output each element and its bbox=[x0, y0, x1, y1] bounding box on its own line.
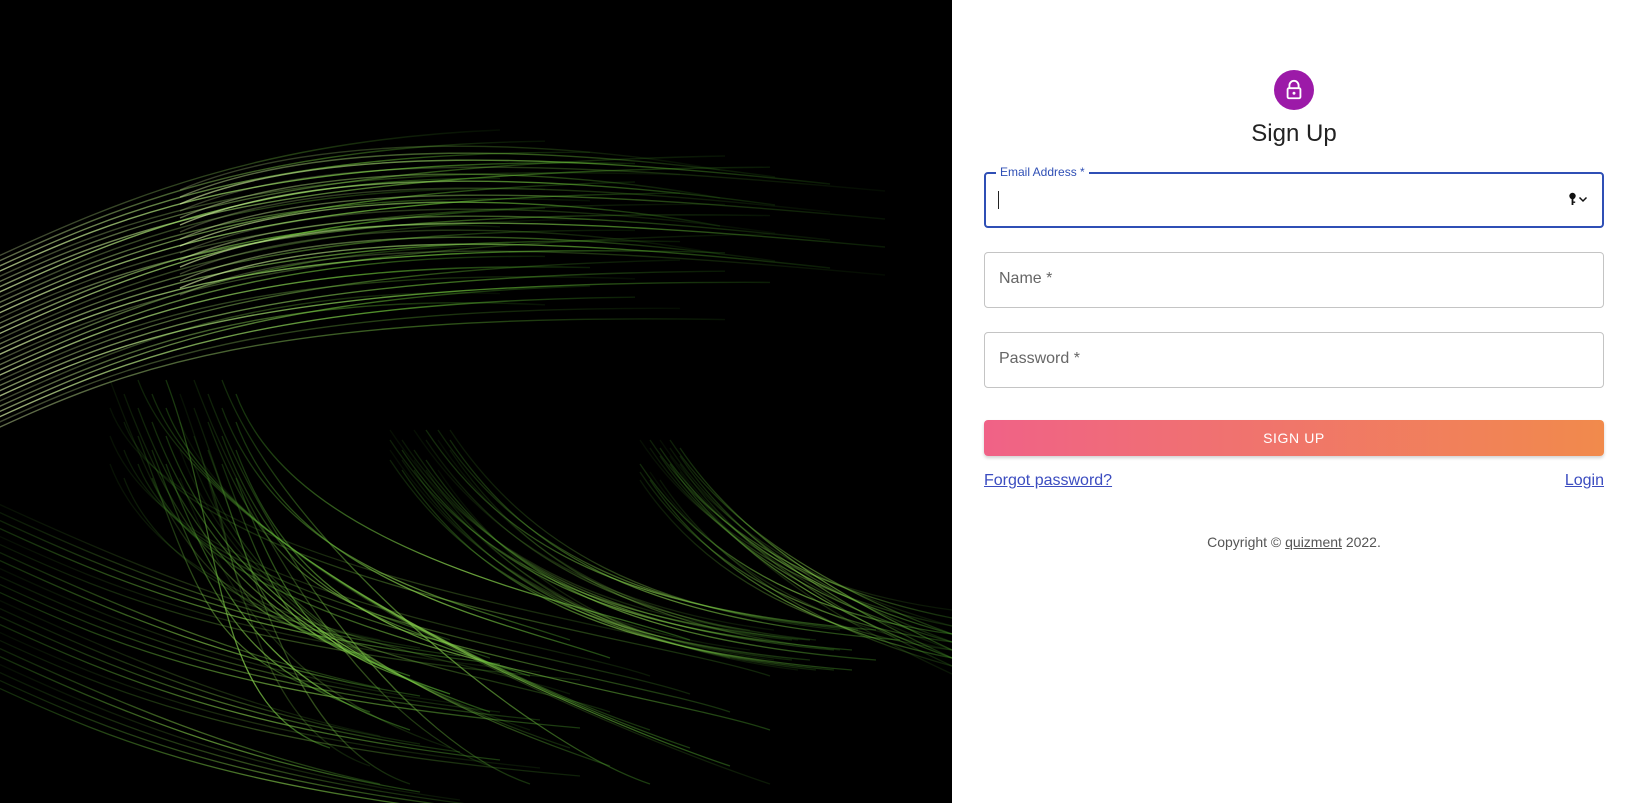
signup-panel: Sign Up Email Address * Name * Password … bbox=[952, 0, 1632, 803]
brand-link[interactable]: quizment bbox=[1285, 534, 1342, 550]
chevron-down-icon bbox=[1578, 196, 1588, 203]
text-caret bbox=[998, 191, 999, 209]
name-input[interactable] bbox=[997, 267, 1555, 293]
page-title: Sign Up bbox=[1251, 120, 1337, 147]
autofill-key-button[interactable] bbox=[1568, 192, 1588, 206]
avatar bbox=[1274, 70, 1314, 110]
signup-form: Sign Up Email Address * Name * Password … bbox=[984, 70, 1604, 550]
login-link[interactable]: Login bbox=[1565, 472, 1604, 490]
email-input[interactable] bbox=[998, 188, 1554, 214]
hero-image bbox=[0, 0, 952, 803]
key-icon bbox=[1569, 192, 1576, 205]
name-field[interactable]: Name * bbox=[984, 252, 1604, 308]
copyright: Copyright © quizment 2022. bbox=[984, 534, 1604, 550]
light-streaks-graphic bbox=[0, 129, 952, 803]
password-input[interactable] bbox=[997, 347, 1555, 373]
signup-page: Sign Up Email Address * Name * Password … bbox=[0, 0, 1632, 803]
copyright-year: 2022. bbox=[1345, 534, 1381, 550]
forgot-password-link[interactable]: Forgot password? bbox=[984, 472, 1112, 490]
copyright-prefix: Copyright © bbox=[1207, 534, 1282, 550]
email-label: Email Address * bbox=[996, 165, 1089, 179]
password-field[interactable]: Password * bbox=[984, 332, 1604, 388]
sign-up-button[interactable]: SIGN UP bbox=[984, 420, 1604, 456]
lock-icon bbox=[1286, 79, 1302, 100]
auth-links: Forgot password? Login bbox=[984, 472, 1604, 490]
email-field[interactable]: Email Address * bbox=[984, 165, 1604, 228]
